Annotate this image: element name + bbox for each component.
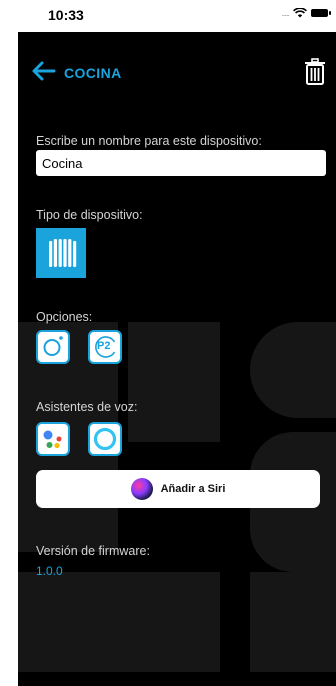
option-button-p2[interactable]: P2 xyxy=(88,330,122,364)
trash-icon[interactable] xyxy=(304,58,326,86)
wifi-icon xyxy=(293,8,307,18)
background-decoration xyxy=(18,572,220,672)
name-label: Escribe un nombre para este dispositivo: xyxy=(36,134,262,148)
voice-assistants-label: Asistentes de voz: xyxy=(36,400,138,414)
status-time: 10:33 xyxy=(48,7,84,23)
device-type-label: Tipo de dispositivo: xyxy=(36,208,143,222)
circle-option-icon xyxy=(43,336,63,356)
page-title: COCINA xyxy=(64,65,122,81)
add-to-siri-label: Añadir a Siri xyxy=(160,483,226,495)
google-assistant-icon xyxy=(43,430,62,449)
alexa-icon xyxy=(93,427,117,451)
background-decoration xyxy=(250,572,336,672)
background-decoration xyxy=(128,322,220,442)
status-icons: ..... xyxy=(281,8,331,18)
google-assistant-button[interactable] xyxy=(36,422,70,456)
device-settings-screen: COCINA Escribe un nombre para este dispo… xyxy=(18,32,336,686)
battery-icon xyxy=(311,9,331,17)
add-to-siri-button[interactable]: Añadir a Siri xyxy=(36,470,320,508)
device-type-radiator[interactable] xyxy=(36,228,86,278)
firmware-version: 1.0.0 xyxy=(36,564,63,578)
p2-option-label: P2 xyxy=(97,340,111,352)
siri-icon xyxy=(130,478,153,500)
back-arrow-icon[interactable] xyxy=(30,60,56,82)
firmware-label: Versión de firmware: xyxy=(36,544,150,558)
signal-icon: ..... xyxy=(281,8,289,18)
background-decoration xyxy=(250,322,336,418)
status-bar: 10:33 ..... xyxy=(0,0,336,32)
option-button-circle[interactable] xyxy=(36,330,70,364)
alexa-button[interactable] xyxy=(88,422,122,456)
options-label: Opciones: xyxy=(36,310,93,324)
radiator-icon xyxy=(49,239,77,267)
device-name-input[interactable] xyxy=(36,150,326,176)
